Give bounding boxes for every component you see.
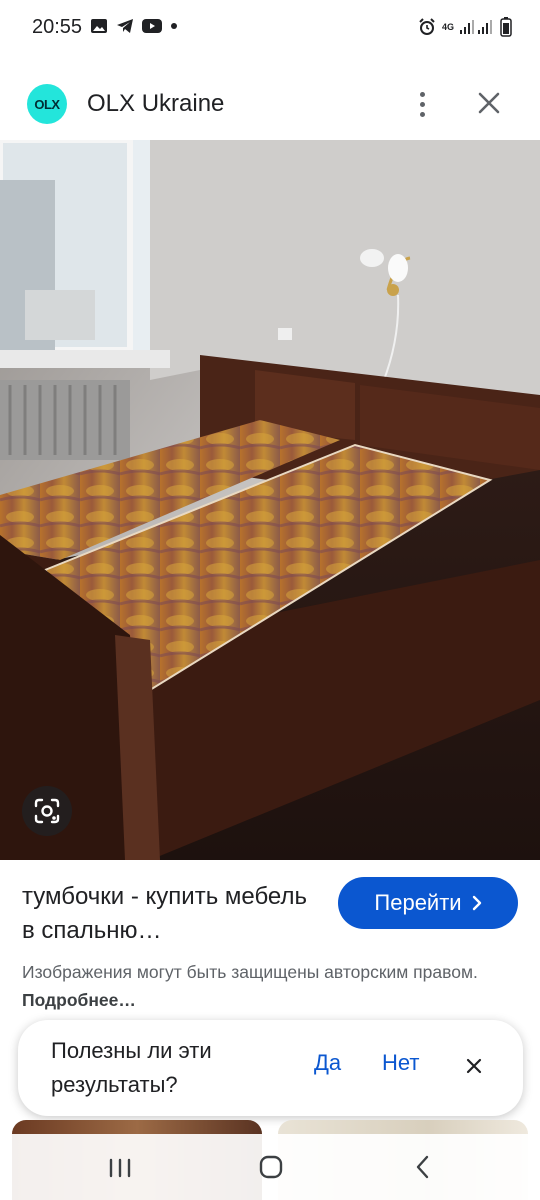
- signal-icon: [460, 20, 492, 34]
- feedback-card: Полезны ли эти результаты? Да Нет: [18, 1020, 523, 1116]
- dot-icon: [171, 23, 177, 29]
- status-time: 20:55: [32, 16, 83, 38]
- lens-button[interactable]: [22, 786, 72, 836]
- result-title[interactable]: тумбочки - купить мебель в спальню…: [22, 880, 322, 948]
- copyright-note: Изображения могут быть защищены авторски…: [22, 958, 482, 1014]
- recent-apps-icon[interactable]: [108, 1156, 132, 1180]
- olx-logo-text: OLX: [34, 96, 60, 112]
- feedback-no-button[interactable]: Нет: [382, 1050, 419, 1076]
- status-system-icons: 4G: [418, 17, 512, 37]
- feedback-yes-button[interactable]: Да: [314, 1050, 341, 1076]
- lens-icon: [34, 798, 60, 824]
- telegram-icon: [117, 19, 133, 33]
- status-bar: 20:55 4G: [0, 0, 540, 56]
- alarm-icon: [419, 18, 435, 35]
- system-nav-bar: [0, 1134, 540, 1200]
- site-name[interactable]: OLX Ukraine: [87, 90, 224, 118]
- home-icon[interactable]: [258, 1154, 284, 1180]
- close-icon[interactable]: [474, 88, 504, 118]
- olx-logo: OLX: [27, 84, 67, 124]
- feedback-question: Полезны ли эти результаты?: [51, 1038, 212, 1097]
- youtube-icon: [142, 19, 162, 33]
- battery-icon: [500, 17, 512, 37]
- network-type-label: 4G: [441, 21, 454, 32]
- feedback-close-icon[interactable]: [462, 1054, 486, 1078]
- more-vert-icon[interactable]: [408, 86, 436, 122]
- copyright-text: Изображения могут быть защищены авторски…: [22, 962, 478, 982]
- goto-button[interactable]: Перейти: [338, 877, 518, 929]
- source-header: OLX OLX Ukraine: [0, 72, 540, 138]
- chevron-right-icon: [472, 895, 481, 911]
- goto-label: Перейти: [374, 890, 462, 915]
- status-notification-icons: [90, 17, 178, 35]
- gallery-icon: [91, 19, 107, 33]
- preview-image[interactable]: [0, 140, 540, 860]
- back-icon[interactable]: [410, 1154, 436, 1180]
- learn-more-link[interactable]: Подробнее…: [22, 990, 136, 1010]
